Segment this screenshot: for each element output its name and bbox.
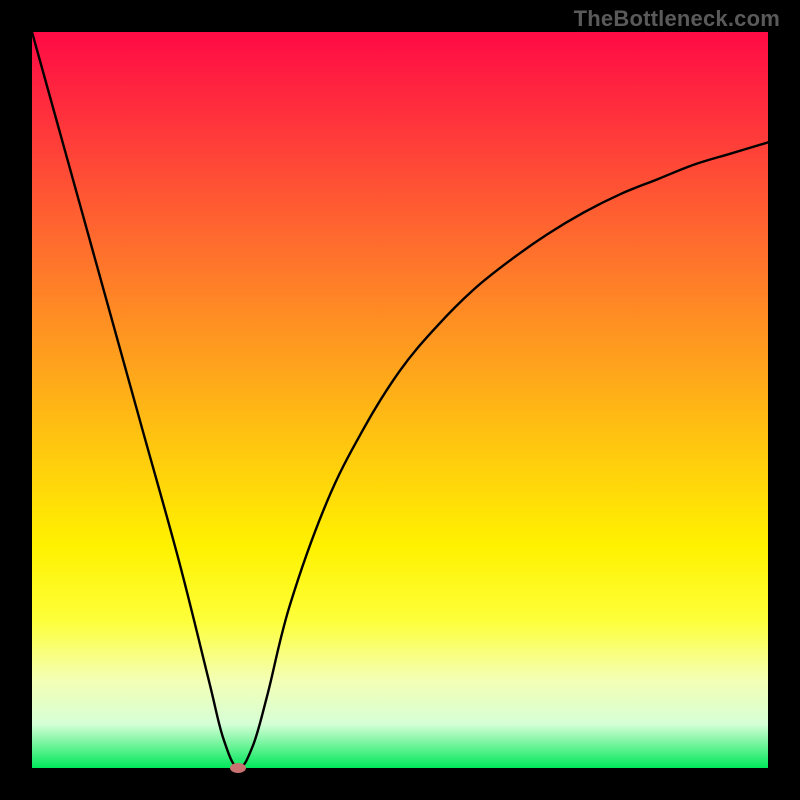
plot-area	[32, 32, 768, 768]
chart-frame: TheBottleneck.com	[0, 0, 800, 800]
watermark-text: TheBottleneck.com	[574, 6, 780, 32]
bottleneck-curve	[32, 32, 768, 768]
curve-svg	[32, 32, 768, 768]
minimum-marker	[230, 763, 246, 773]
